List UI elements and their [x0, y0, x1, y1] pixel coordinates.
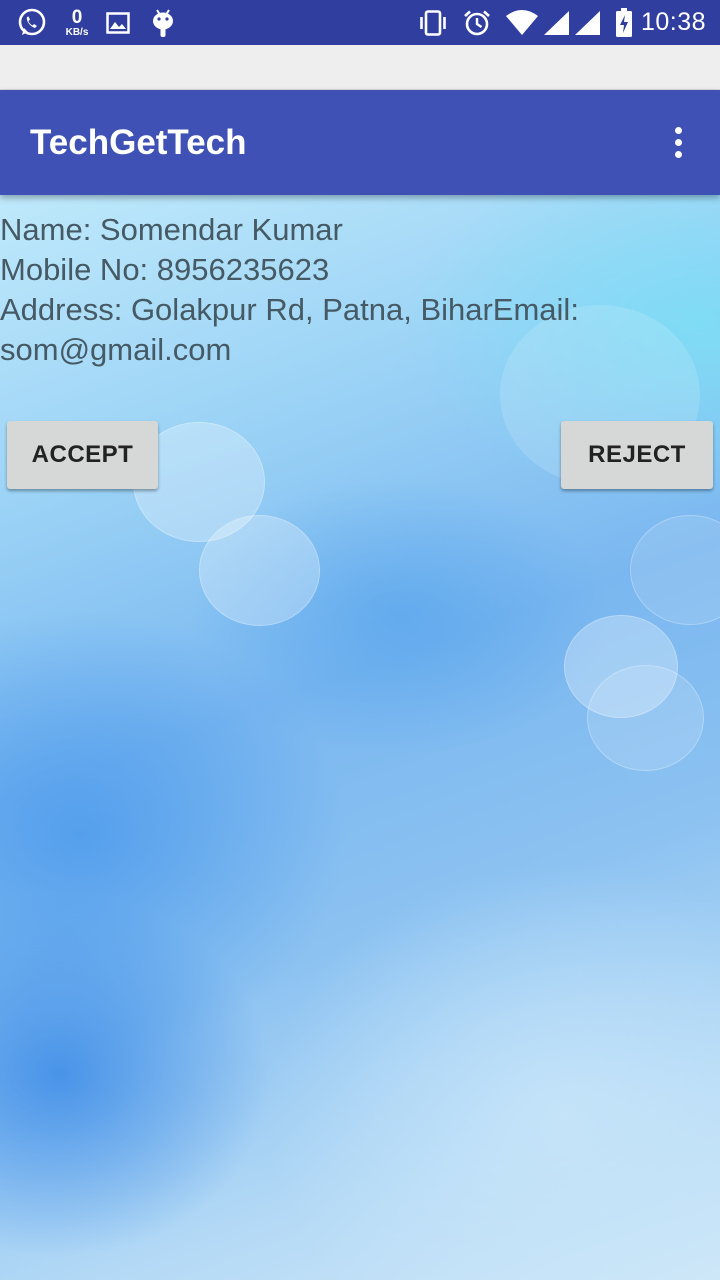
mobile-text: Mobile No: 8956235623 [0, 252, 330, 287]
background-bokeh [630, 515, 720, 625]
vibrate-icon [417, 9, 449, 36]
network-speed-indicator: 0 KB/s [60, 8, 94, 38]
overflow-menu-icon[interactable] [658, 122, 698, 162]
whatsapp-icon [16, 7, 48, 39]
name-text: Name: Somendar Kumar [0, 212, 343, 247]
app-bar: TechGetTech [0, 90, 720, 195]
wifi-icon [505, 9, 539, 36]
battery-charging-icon [615, 7, 633, 38]
signal-icon [543, 10, 570, 36]
status-left-icons: 0 KB/s [16, 0, 174, 45]
network-speed-unit: KB/s [65, 26, 89, 38]
background-bokeh [199, 515, 320, 626]
alarm-icon [463, 9, 491, 37]
background-bokeh [587, 665, 704, 771]
content-area: Name: Somendar Kumar Mobile No: 89562356… [0, 195, 720, 1280]
accept-button[interactable]: ACCEPT [7, 421, 158, 489]
overflow-dot [674, 150, 682, 158]
request-details: Name: Somendar Kumar Mobile No: 89562356… [0, 210, 720, 370]
top-strip [0, 45, 720, 90]
status-time: 10:38 [640, 8, 706, 36]
android-debug-icon [152, 8, 174, 38]
signal-icon [574, 10, 601, 36]
status-right-icons: 10:38 [417, 0, 706, 45]
network-speed-value: 0 [71, 6, 83, 28]
gallery-icon [106, 11, 130, 34]
overflow-dot [674, 126, 682, 134]
address-email-text: Address: Golakpur Rd, Patna, BiharEmail:… [0, 292, 579, 367]
app-title: TechGetTech [30, 122, 247, 162]
overflow-dot [674, 138, 682, 146]
reject-button[interactable]: REJECT [561, 421, 713, 489]
status-bar: 0 KB/s 10:38 [0, 0, 720, 45]
